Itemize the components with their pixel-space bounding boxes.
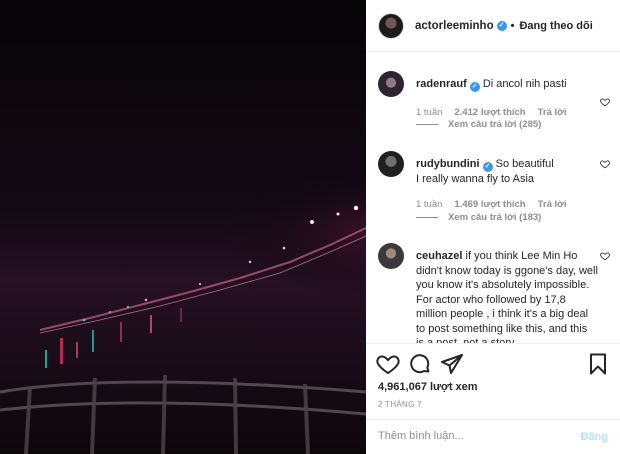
post-media[interactable] <box>0 0 366 454</box>
comment-text: if you think Lee Min Ho didn't know toda… <box>416 250 598 343</box>
post-header: actorleeminho ✓ • Đang theo dõi <box>366 0 620 52</box>
verified-badge-icon: ✓ <box>496 20 507 31</box>
heart-icon[interactable] <box>600 97 610 107</box>
comments-list[interactable]: radenrauf ✓ Di ancol nih pasti 1 tuần 2.41… <box>366 53 620 343</box>
comment-body: ceuhazel if you think Lee Min Ho didn't … <box>416 249 598 343</box>
commenter-username[interactable]: rudybundini <box>416 158 480 170</box>
view-replies-label: Xem câu trả lời (183) <box>448 212 542 223</box>
following-button[interactable]: Đang theo dõi <box>519 20 592 32</box>
post-comment-button[interactable]: Đăng <box>581 431 609 443</box>
comment-icon[interactable] <box>408 352 432 376</box>
commenter-avatar[interactable] <box>378 243 404 269</box>
separator-dot: • <box>510 19 515 32</box>
post-actions: 4,961,067 lượt xem 2 THÁNG 7 Đăng <box>366 343 620 454</box>
view-replies-link[interactable]: Xem câu trả lời (183) <box>416 212 541 223</box>
add-comment-input[interactable] <box>378 430 568 442</box>
comment-body: rudybundini ✓ So beautiful I really wanna… <box>416 157 598 212</box>
share-icon[interactable] <box>440 352 464 376</box>
commenter-username[interactable]: ceuhazel <box>416 250 462 262</box>
comment-likes[interactable]: 2.412 lượt thích <box>454 107 525 118</box>
replies-line <box>416 124 438 125</box>
post-side-panel: actorleeminho ✓ • Đang theo dõi radenrau… <box>366 0 620 454</box>
view-replies-link[interactable]: Xem câu trả lời (285) <box>416 119 541 130</box>
heart-icon[interactable] <box>376 352 400 376</box>
commenter-username[interactable]: radenrauf <box>416 78 467 90</box>
post-date[interactable]: 2 THÁNG 7 <box>378 400 422 409</box>
comment-likes[interactable]: 1.469 lượt thích <box>454 199 525 210</box>
add-comment-bar: Đăng <box>366 419 620 454</box>
comment-meta: 1 tuần 1.469 lượt thích Trả lời <box>416 198 598 213</box>
commenter-avatar[interactable] <box>378 71 404 97</box>
replies-line <box>416 217 438 218</box>
owner-avatar[interactable] <box>378 12 404 39</box>
verified-badge-icon: ✓ <box>469 82 480 92</box>
comment-body: radenrauf ✓ Di ancol nih pasti 1 tuần 2.41… <box>416 77 598 121</box>
reply-button[interactable]: Trả lời <box>538 199 567 210</box>
comment-time[interactable]: 1 tuần <box>416 107 442 118</box>
verified-badge-icon: ✓ <box>482 162 493 172</box>
reply-button[interactable]: Trả lời <box>538 107 567 118</box>
bookmark-icon[interactable] <box>586 352 610 376</box>
commenter-avatar[interactable] <box>378 151 404 177</box>
heart-icon[interactable] <box>600 251 610 261</box>
night-river-video-frame <box>0 0 366 454</box>
comment-time[interactable]: 1 tuần <box>416 199 442 210</box>
owner-username[interactable]: actorleeminho <box>415 20 494 32</box>
view-count[interactable]: 4,961,067 lượt xem <box>378 381 478 393</box>
heart-icon[interactable] <box>600 159 610 169</box>
view-replies-label: Xem câu trả lời (285) <box>448 119 542 130</box>
comment-text: Di ancol nih pasti <box>482 78 567 90</box>
